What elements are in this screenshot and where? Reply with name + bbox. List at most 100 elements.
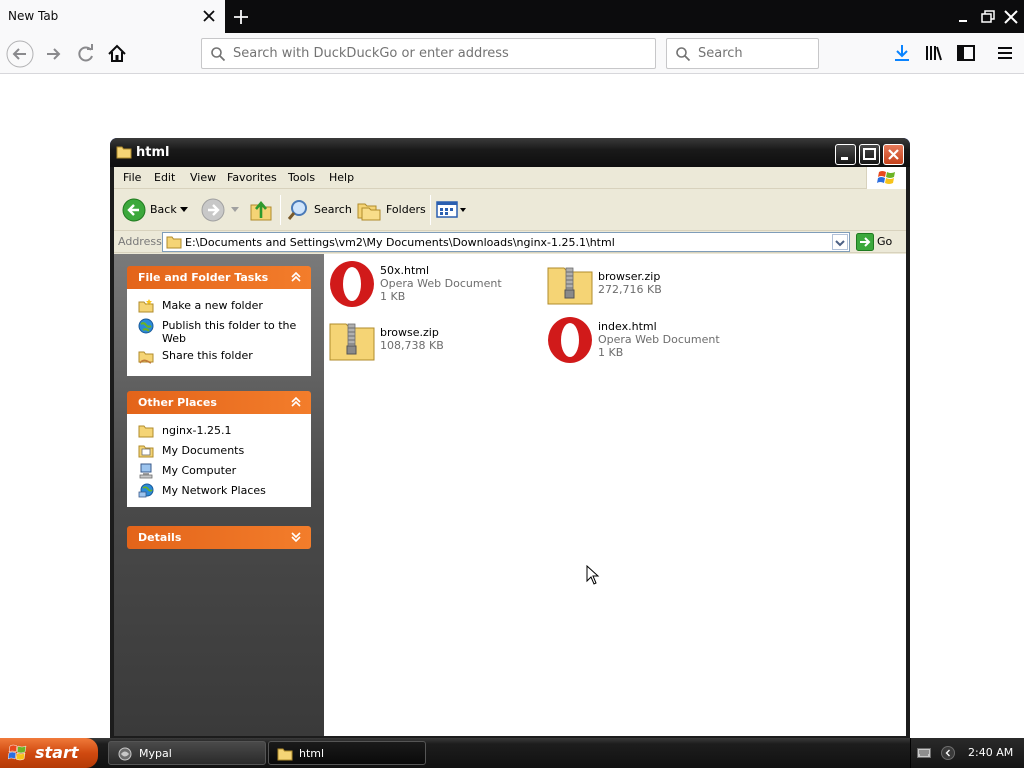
menu-view[interactable]: View — [190, 171, 216, 184]
chevron-down-icon — [835, 240, 845, 247]
window-close-icon[interactable] — [1000, 6, 1022, 28]
my-documents-icon — [138, 445, 154, 458]
menu-favorites[interactable]: Favorites — [227, 171, 277, 184]
task-share-folder[interactable]: Share this folder — [138, 348, 306, 364]
file-folder-tasks-panel: File and Folder Tasks Make a new folder … — [127, 266, 311, 376]
file-folder-tasks-header[interactable]: File and Folder Tasks — [127, 266, 311, 289]
up-folder-button[interactable] — [248, 197, 274, 223]
panel-title: Other Places — [138, 396, 217, 409]
back-button[interactable]: Back — [120, 197, 190, 223]
panel-title: Details — [138, 531, 182, 544]
file-size: 272,716 KB — [598, 283, 662, 296]
window-title-bar[interactable]: html — [110, 138, 910, 167]
file-item-index-html[interactable]: index.html Opera Web Document 1 KB — [546, 316, 746, 366]
address-label: Address — [118, 235, 162, 248]
search-placeholder: Search — [698, 46, 743, 61]
menu-file[interactable]: File — [123, 171, 141, 184]
explorer-window: html File Edit View Favorites Tools Help — [110, 138, 910, 738]
details-header[interactable]: Details — [127, 526, 311, 549]
browser-nav-bar: Search with DuckDuckGo or enter address … — [0, 33, 1024, 74]
close-icon — [888, 149, 899, 160]
collapse-icon[interactable] — [289, 270, 303, 284]
other-places-header[interactable]: Other Places — [127, 391, 311, 414]
search-bar[interactable]: Search — [666, 38, 819, 69]
menu-help[interactable]: Help — [329, 171, 354, 184]
up-folder-icon — [250, 200, 272, 221]
start-label: start — [35, 743, 79, 762]
file-item-50x-html[interactable]: 50x.html Opera Web Document 1 KB — [328, 260, 528, 310]
search-button[interactable]: Search — [286, 197, 352, 223]
folder-icon — [277, 748, 293, 761]
place-my-documents[interactable]: My Documents — [138, 443, 306, 459]
download-icon[interactable] — [891, 42, 913, 64]
folder-icon — [116, 146, 132, 159]
folders-label: Folders — [386, 203, 426, 216]
url-bar[interactable]: Search with DuckDuckGo or enter address — [201, 38, 656, 69]
folders-icon — [357, 203, 381, 221]
place-label: My Documents — [162, 444, 245, 457]
back-arrow-icon — [122, 198, 146, 222]
forward-arrow-icon[interactable] — [40, 40, 68, 68]
keyboard-icon[interactable] — [917, 748, 931, 758]
place-my-computer[interactable]: My Computer — [138, 463, 306, 479]
task-label: html — [299, 747, 325, 760]
taskbar-item-mypal[interactable]: Mypal — [108, 741, 266, 765]
folders-button[interactable]: Folders — [356, 197, 426, 223]
sidebar-icon[interactable] — [955, 42, 977, 64]
taskbar-item-html[interactable]: html — [268, 741, 426, 765]
back-arrow-icon[interactable] — [6, 40, 34, 68]
reload-icon[interactable] — [72, 40, 100, 68]
minimize-icon[interactable] — [952, 6, 974, 28]
file-name: 50x.html — [380, 264, 430, 277]
file-type: Opera Web Document — [380, 277, 502, 290]
collapse-icon[interactable] — [289, 395, 303, 409]
start-button[interactable]: start — [0, 738, 98, 768]
tab-new-tab[interactable]: New Tab — [0, 0, 225, 33]
menu-tools[interactable]: Tools — [288, 171, 315, 184]
menu-bar: File Edit View Favorites Tools Help — [114, 167, 906, 189]
folder-icon — [166, 236, 182, 249]
views-icon — [436, 201, 466, 218]
menu-edit[interactable]: Edit — [154, 171, 175, 184]
expand-icon[interactable] — [289, 530, 303, 544]
menu-icon[interactable] — [994, 42, 1016, 64]
file-item-browser-zip[interactable]: browser.zip 272,716 KB — [546, 260, 746, 310]
go-button[interactable]: Go — [854, 233, 902, 251]
task-publish-folder[interactable]: Publish this folder to the Web — [138, 318, 306, 346]
place-my-network[interactable]: My Network Places — [138, 483, 306, 499]
show-hidden-icons-icon[interactable] — [941, 746, 955, 760]
file-name: index.html — [598, 320, 657, 333]
my-computer-icon — [139, 463, 153, 479]
address-value: E:\Documents and Settings\vm2\My Documen… — [185, 236, 615, 249]
new-tab-icon[interactable] — [229, 5, 253, 29]
task-label: Publish this folder to the Web — [162, 319, 297, 345]
file-item-browse-zip[interactable]: browse.zip 108,738 KB — [328, 316, 528, 366]
place-label: nginx-1.25.1 — [162, 424, 232, 437]
library-icon[interactable] — [923, 42, 945, 64]
chevron-down-icon[interactable] — [231, 207, 239, 213]
details-panel: Details — [127, 526, 311, 549]
file-size: 1 KB — [598, 346, 624, 359]
file-list: 50x.html Opera Web Document 1 KB browser… — [324, 254, 906, 736]
chevron-down-icon[interactable] — [180, 207, 188, 213]
standard-toolbar: Back Search Folders — [114, 189, 906, 231]
close-button[interactable] — [883, 144, 904, 165]
forward-button[interactable] — [198, 197, 242, 223]
home-icon[interactable] — [103, 40, 131, 68]
close-icon[interactable] — [199, 6, 219, 26]
task-make-new-folder[interactable]: Make a new folder — [138, 298, 306, 314]
views-button[interactable] — [436, 197, 470, 223]
zip-folder-icon — [547, 267, 593, 305]
file-name: browse.zip — [380, 326, 439, 339]
address-input[interactable]: E:\Documents and Settings\vm2\My Documen… — [162, 232, 850, 252]
minimize-button[interactable] — [835, 144, 856, 165]
system-tray: 2:40 AM — [910, 738, 1024, 768]
windows-flag-icon — [8, 744, 27, 761]
place-label: My Computer — [162, 464, 237, 477]
address-dropdown[interactable] — [832, 234, 848, 250]
network-places-icon — [138, 483, 154, 498]
restore-icon[interactable] — [977, 6, 999, 28]
place-nginx[interactable]: nginx-1.25.1 — [138, 423, 306, 439]
maximize-button[interactable] — [859, 144, 880, 165]
windows-logo — [866, 167, 906, 189]
